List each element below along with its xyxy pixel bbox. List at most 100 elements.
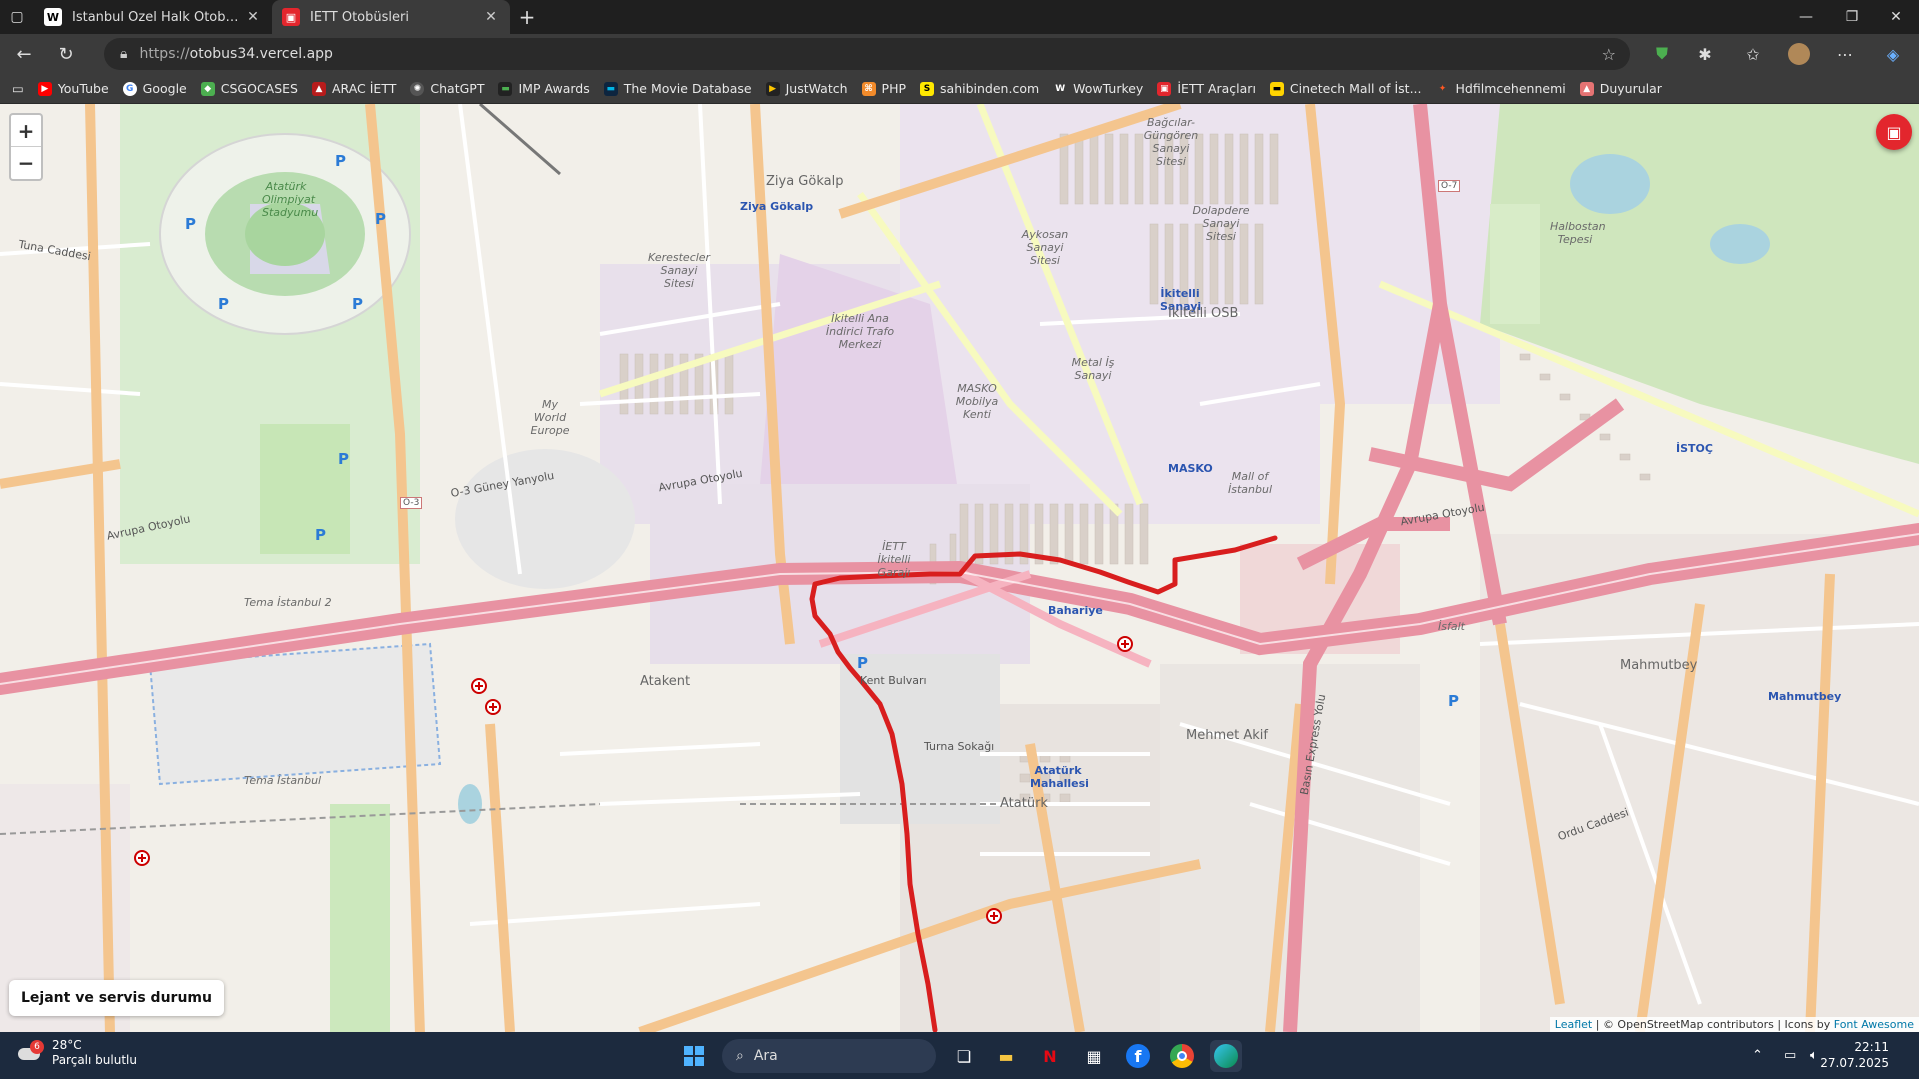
bookmark-imp-awards[interactable]: ▬ IMP Awards <box>498 81 590 96</box>
map-label: Turna Sokağı <box>924 740 995 753</box>
map-label: İsfalt <box>1438 620 1465 633</box>
svg-text:P: P <box>185 215 196 233</box>
bookmark-hdfilmcehennemi[interactable]: ✦ Hdfilmcehennemi <box>1436 81 1566 96</box>
iett-icon: ▣ <box>1157 81 1172 96</box>
tab-ozel-halk[interactable]: W İstanbul Özel Halk Otobüsleri Sol ✕ <box>34 0 272 34</box>
network-icon[interactable]: ▭ <box>1784 1032 1796 1079</box>
tab-title: İstanbul Özel Halk Otobüsleri Sol <box>72 9 244 25</box>
map-label: Atatürk <box>1000 796 1048 811</box>
bookmarks-bar: ▭ ▶ YouTube G Google ◆ CSGOCASES ▲ ARAC İETT… <box>0 74 1919 104</box>
new-tab-button[interactable]: + <box>510 0 544 34</box>
address-bar[interactable]: 🔒︎ https://otobus34.vercel.app ☆ <box>104 38 1630 70</box>
close-tab-icon[interactable]: ✕ <box>244 9 262 25</box>
map-label: My World Europe <box>530 398 570 437</box>
bookmark-sahibinden[interactable]: Ssahibinden.com <box>920 81 1039 96</box>
netflix-icon[interactable]: N <box>1034 1040 1066 1072</box>
legend-button[interactable]: Lejant ve servis durumu <box>9 980 224 1016</box>
tmdb-icon: ▬ <box>603 81 618 96</box>
svg-text:P: P <box>218 295 229 313</box>
map-label: Ziya Gökalp <box>766 174 844 189</box>
chrome-icon[interactable] <box>1166 1040 1198 1072</box>
duyurular-icon: ▲ <box>1579 81 1594 96</box>
close-tab-icon[interactable]: ✕ <box>482 9 500 25</box>
zoom-out-button[interactable]: − <box>11 147 41 179</box>
volume-icon[interactable]: 🔈︎ <box>1810 1032 1818 1079</box>
favorites-icon[interactable]: ✩ <box>1736 38 1770 70</box>
tab-iett-otobusleri[interactable]: ▣ İETT Otobüsleri ✕ <box>272 0 510 34</box>
url-prefix: https:// <box>139 46 190 62</box>
search-placeholder: Ara <box>753 1048 778 1064</box>
svg-text:P: P <box>857 654 868 672</box>
store-icon[interactable]: ▦ <box>1078 1040 1110 1072</box>
bookmark-arac-iett[interactable]: ▲ ARAC İETT <box>311 81 396 96</box>
map-label: O-7 <box>1438 180 1461 192</box>
bookmark-justwatch[interactable]: ▶ JustWatch <box>765 81 848 96</box>
weather-widget[interactable]: 6 28°C Parçalı bulutlu <box>18 1038 137 1068</box>
map-label: İETT İkitelli Garajı <box>877 540 911 579</box>
system-clock[interactable]: 22:11 27.07.2025 <box>1820 1039 1889 1071</box>
map-canvas[interactable]: P P P P P P P P P Ziya Gökalp Ziya Gökalp Kere… <box>0 104 1919 1032</box>
profile-avatar[interactable] <box>1782 38 1816 70</box>
extensions-icon[interactable]: ✱ <box>1688 38 1722 70</box>
map-label: O-3 <box>400 497 423 509</box>
back-button[interactable]: ← <box>6 38 42 70</box>
taskbar-search[interactable]: ⌕ Ara <box>722 1039 936 1073</box>
tray-chevron-icon[interactable]: ⌃ <box>1752 1032 1763 1079</box>
close-window-button[interactable]: ✕ <box>1873 0 1919 34</box>
map-label: Kent Bulvarı <box>860 674 927 687</box>
zoom-in-button[interactable]: + <box>11 115 41 147</box>
iett-logo-icon: ▣ <box>282 8 300 26</box>
bookmark-google[interactable]: G Google <box>122 81 187 96</box>
file-explorer-icon[interactable]: ▬ <box>990 1040 1022 1072</box>
map-label: Halbostan Tepesi <box>1550 220 1606 246</box>
iett-floating-button[interactable]: ▣ <box>1876 114 1912 150</box>
map-label: Atakent <box>640 674 691 689</box>
navigation-bar: ← ↻ 🔒︎ https://otobus34.vercel.app ☆ <box>0 34 1919 74</box>
map-label: Atatürk Mahallesi <box>1030 764 1089 790</box>
svg-text:P: P <box>352 295 363 313</box>
bookmark-iett-araclari[interactable]: ▣ İETT Araçları <box>1157 81 1256 96</box>
tab-title: İETT Otobüsleri <box>310 9 409 25</box>
bookmark-csgocases[interactable]: ◆ CSGOCASES <box>200 81 298 96</box>
refresh-button[interactable]: ↻ <box>48 38 84 70</box>
bookmark-tmdb[interactable]: ▬ The Movie Database <box>603 81 752 96</box>
search-icon: ⌕ <box>736 1048 744 1064</box>
lock-icon[interactable]: 🔒︎ <box>120 46 127 62</box>
facebook-icon[interactable]: f <box>1122 1040 1154 1072</box>
bookmark-cinetech[interactable]: ▬ Cinetech Mall of İst... <box>1269 81 1422 96</box>
weather-temp: 28°C <box>52 1038 82 1052</box>
imp-awards-icon: ▬ <box>498 81 513 96</box>
task-view-icon[interactable]: ❏ <box>948 1040 980 1072</box>
bookmark-folder-icon[interactable]: ▭ <box>12 81 24 96</box>
minimize-button[interactable]: — <box>1783 0 1829 34</box>
taskbar: 6 28°C Parçalı bulutlu ⌕ Ara ❏ ▬ N ▦ f ⌃… <box>0 1032 1919 1079</box>
map-label: Mahmutbey <box>1768 690 1842 703</box>
map-label: İSTOÇ <box>1676 442 1713 455</box>
edge-icon[interactable] <box>1210 1040 1242 1072</box>
bookmark-chatgpt[interactable]: ✺ ChatGPT <box>410 81 484 96</box>
font-awesome-link[interactable]: Font Awesome <box>1834 1018 1914 1031</box>
tab-bar: ▢ W İstanbul Özel Halk Otobüsleri Sol ✕ … <box>0 0 1919 34</box>
map-label: Atatürk Olimpiyat Stadyumu <box>262 180 319 219</box>
bookmark-duyurular[interactable]: ▲ Duyurular <box>1579 81 1662 96</box>
map-label: Mahmutbey <box>1620 658 1698 673</box>
more-menu-icon[interactable]: ⋯ <box>1828 38 1862 70</box>
restore-button[interactable]: ❐ <box>1829 0 1875 34</box>
map-label: Dolapdere Sanayi Sitesi <box>1192 204 1250 243</box>
bookmark-youtube[interactable]: ▶ YouTube <box>37 81 109 96</box>
youtube-icon: ▶ <box>37 81 52 96</box>
bookmark-php[interactable]: ⌘ PHP <box>861 81 906 96</box>
tab-actions-icon[interactable]: ▢ <box>0 0 34 34</box>
map-label: İkitelli Ana İndirici Trafo Merkezi <box>825 312 895 351</box>
map-label: Ziya Gökalp <box>740 200 814 213</box>
favorite-star-icon[interactable]: ☆ <box>1602 45 1616 64</box>
start-button[interactable] <box>678 1040 710 1072</box>
map-label: MASKO <box>1168 462 1213 475</box>
svg-text:P: P <box>338 450 349 468</box>
copilot-icon[interactable]: ◈ <box>1876 38 1910 70</box>
map-label: Tema İstanbul 2 <box>244 596 332 609</box>
shield-icon[interactable]: ⛊ <box>1645 38 1679 70</box>
leaflet-link[interactable]: Leaflet <box>1555 1018 1592 1031</box>
map-label: Mall of İstanbul <box>1228 470 1273 496</box>
bookmark-wowturkey[interactable]: W WowTurkey <box>1053 81 1143 96</box>
